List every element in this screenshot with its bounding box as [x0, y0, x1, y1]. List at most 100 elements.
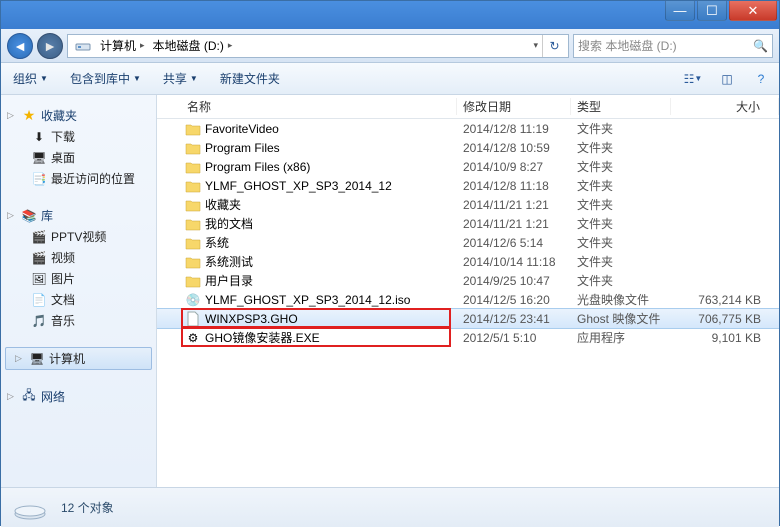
file-type: 文件夹: [571, 196, 671, 213]
file-row[interactable]: 💿YLMF_GHOST_XP_SP3_2014_12.iso2014/12/5 …: [157, 290, 779, 309]
file-list-area: 名称 修改日期 类型 大小 FavoriteVideo 2014/12/8 11:…: [157, 95, 779, 487]
file-rows: FavoriteVideo2014/12/8 11:19文件夹Program F…: [157, 119, 779, 487]
file-row[interactable]: Program Files (x86)2014/10/9 8:27文件夹: [157, 157, 779, 176]
sidebar-network[interactable]: ▷🖧网络: [5, 386, 152, 407]
drive-large-icon: [13, 495, 47, 521]
download-icon: ⬇: [31, 129, 47, 145]
file-name: FavoriteVideo: [205, 122, 279, 136]
file-icon: [185, 216, 201, 232]
column-headers: 名称 修改日期 类型 大小: [157, 95, 779, 119]
file-icon: [185, 140, 201, 156]
close-button[interactable]: ✕: [729, 1, 777, 21]
view-button[interactable]: ☷▼: [683, 69, 703, 89]
breadcrumb-computer[interactable]: 计算机▸: [96, 35, 149, 56]
title-bar: — ☐ ✕: [1, 1, 779, 29]
file-date: 2014/12/5 23:41: [457, 312, 571, 326]
include-button[interactable]: 包含到库中▼: [66, 67, 145, 90]
refresh-button[interactable]: ↻: [542, 35, 566, 57]
file-row[interactable]: 我的文档 2014/11/21 1:21文件夹: [157, 214, 779, 233]
breadcrumb[interactable]: 计算机▸ 本地磁盘 (D:)▸ ▾ ↻: [67, 34, 569, 58]
library-icon: 📚: [21, 208, 37, 224]
column-name[interactable]: 名称: [157, 98, 457, 115]
search-icon: 🔍: [753, 39, 768, 53]
file-date: 2014/11/21 1:21: [457, 217, 571, 231]
file-icon: [185, 178, 201, 194]
file-type: 光盘映像文件: [571, 291, 671, 308]
favorites-header[interactable]: ▷★收藏夹: [5, 105, 152, 126]
libraries-header[interactable]: ▷📚库: [5, 205, 152, 226]
sidebar-computer[interactable]: ▷🖥计算机: [5, 347, 152, 370]
file-type: 文件夹: [571, 139, 671, 156]
file-date: 2012/5/1 5:10: [457, 331, 571, 345]
computer-icon: 🖥: [29, 351, 45, 367]
sidebar-documents[interactable]: 📄文档: [5, 289, 152, 310]
music-icon: 🎵: [31, 313, 47, 329]
back-button[interactable]: ◄: [7, 33, 33, 59]
file-date: 2014/12/8 11:19: [457, 122, 571, 136]
file-date: 2014/10/14 11:18: [457, 255, 571, 269]
column-type[interactable]: 类型: [571, 98, 671, 115]
file-type: 文件夹: [571, 272, 671, 289]
star-icon: ★: [21, 108, 37, 124]
recent-icon: 📑: [31, 171, 47, 187]
minimize-button[interactable]: —: [665, 1, 695, 21]
file-icon: ⚙: [185, 330, 201, 346]
sidebar-pptv[interactable]: 🎬PPTV视频: [5, 226, 152, 247]
network-icon: 🖧: [21, 389, 37, 405]
file-size: 763,214 KB: [671, 293, 779, 307]
column-date[interactable]: 修改日期: [457, 98, 571, 115]
file-date: 2014/12/8 10:59: [457, 141, 571, 155]
breadcrumb-drive[interactable]: 本地磁盘 (D:)▸: [149, 35, 237, 56]
column-size[interactable]: 大小: [671, 98, 779, 115]
file-type: 文件夹: [571, 120, 671, 137]
sidebar-recent[interactable]: 📑最近访问的位置: [5, 168, 152, 189]
share-button[interactable]: 共享▼: [159, 67, 202, 90]
address-bar: ◄ ► 计算机▸ 本地磁盘 (D:)▸ ▾ ↻ 搜索 本地磁盘 (D:) 🔍: [1, 29, 779, 63]
file-date: 2014/12/8 11:18: [457, 179, 571, 193]
newfolder-button[interactable]: 新建文件夹: [216, 67, 284, 90]
file-icon: [185, 254, 201, 270]
navigation-pane: ▷★收藏夹 ⬇下载 🖥桌面 📑最近访问的位置 ▷📚库 🎬PPTV视频 🎬视频 🖼…: [1, 95, 157, 487]
file-type: 文件夹: [571, 253, 671, 270]
video-icon: 🎬: [31, 250, 47, 266]
forward-button[interactable]: ►: [37, 33, 63, 59]
file-icon: [185, 159, 201, 175]
file-row[interactable]: 系统2014/12/6 5:14文件夹: [157, 233, 779, 252]
file-row[interactable]: YLMF_GHOST_XP_SP3_2014_122014/12/8 11:18…: [157, 176, 779, 195]
desktop-icon: 🖥: [31, 150, 47, 166]
sidebar-desktop[interactable]: 🖥桌面: [5, 147, 152, 168]
file-date: 2014/11/21 1:21: [457, 198, 571, 212]
sidebar-videos[interactable]: 🎬视频: [5, 247, 152, 268]
breadcrumb-dropdown[interactable]: ▾: [527, 38, 542, 53]
preview-pane-button[interactable]: ◫: [717, 69, 737, 89]
sidebar-downloads[interactable]: ⬇下载: [5, 126, 152, 147]
file-type: 文件夹: [571, 234, 671, 251]
file-icon: [185, 273, 201, 289]
search-input[interactable]: 搜索 本地磁盘 (D:) 🔍: [573, 34, 773, 58]
maximize-button[interactable]: ☐: [697, 1, 727, 21]
file-row[interactable]: 收藏夹2014/11/21 1:21文件夹: [157, 195, 779, 214]
toolbar: 组织▼ 包含到库中▼ 共享▼ 新建文件夹 ☷▼ ◫ ?: [1, 63, 779, 95]
file-size: 9,101 KB: [671, 331, 779, 345]
organize-button[interactable]: 组织▼: [9, 67, 52, 90]
status-count: 12 个对象: [61, 499, 114, 516]
sidebar-music[interactable]: 🎵音乐: [5, 310, 152, 331]
file-date: 2014/9/25 10:47: [457, 274, 571, 288]
file-icon: [185, 121, 201, 137]
file-name: Program Files: [205, 141, 280, 155]
file-name: 我的文档: [205, 215, 253, 232]
file-row[interactable]: WINXPSP3.GHO2014/12/5 23:41Ghost 映像文件706…: [157, 309, 779, 328]
file-name: 系统: [205, 234, 229, 251]
search-placeholder: 搜索 本地磁盘 (D:): [578, 37, 677, 54]
file-row[interactable]: 系统测试2014/10/14 11:18文件夹: [157, 252, 779, 271]
file-row[interactable]: Program Files 2014/12/8 10:59文件夹: [157, 138, 779, 157]
file-type: 文件夹: [571, 158, 671, 175]
file-row[interactable]: FavoriteVideo 2014/12/8 11:19文件夹: [157, 119, 779, 138]
document-icon: 📄: [31, 292, 47, 308]
file-row[interactable]: 用户目录2014/9/25 10:47文件夹: [157, 271, 779, 290]
sidebar-pictures[interactable]: 🖼图片: [5, 268, 152, 289]
help-button[interactable]: ?: [751, 69, 771, 89]
file-row[interactable]: ⚙GHO镜像安装器.EXE2012/5/1 5:10应用程序9,101 KB: [157, 328, 779, 347]
file-type: 文件夹: [571, 215, 671, 232]
file-date: 2014/12/5 16:20: [457, 293, 571, 307]
